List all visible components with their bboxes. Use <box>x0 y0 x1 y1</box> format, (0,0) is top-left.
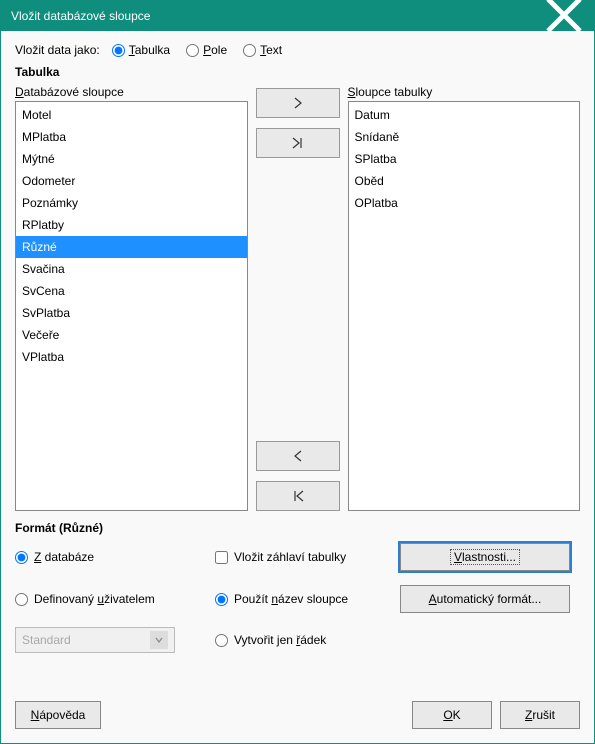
help-button[interactable]: Nápověda <box>15 701 101 729</box>
radio-text[interactable]: Text <box>243 43 282 57</box>
list-item[interactable]: OPlatba <box>349 192 580 214</box>
radio-table-input[interactable] <box>112 44 125 57</box>
table-columns-list[interactable]: DatumSnídaněSPlatbaObědOPlatba <box>348 101 581 511</box>
cancel-button[interactable]: Zrušit <box>500 701 580 729</box>
format-section-label: Formát (Různé) <box>15 521 580 535</box>
check-insert-header[interactable]: Vložit záhlaví tabulky <box>215 550 400 564</box>
insert-as-label: Vložit data jako: <box>15 43 100 57</box>
remove-all-button[interactable] <box>256 481 340 511</box>
transfer-buttons <box>256 85 340 511</box>
insert-as-row: Vložit data jako: Tabulka Pole Text <box>15 43 580 57</box>
list-item[interactable]: VPlatba <box>16 346 247 368</box>
list-item[interactable]: Svačina <box>16 258 247 280</box>
list-item[interactable]: Snídaně <box>349 126 580 148</box>
list-item[interactable]: Večeře <box>16 324 247 346</box>
table-columns-label: Sloupce tabulky <box>348 85 581 99</box>
insert-as-radios: Tabulka Pole Text <box>112 43 282 57</box>
list-item[interactable]: MPlatba <box>16 126 247 148</box>
db-columns-list[interactable]: MotelMPlatbaMýtnéOdometerPoznámkyRPlatby… <box>15 101 248 511</box>
list-item[interactable]: Oběd <box>349 170 580 192</box>
remove-button[interactable] <box>256 441 340 471</box>
check-insert-header-input[interactable] <box>215 551 228 564</box>
table-section-label: Tabulka <box>15 65 580 79</box>
titlebar: Vložit databázové sloupce <box>1 1 594 31</box>
list-item[interactable]: Různé <box>16 236 247 258</box>
radio-create-row[interactable]: Vytvořit jen řádek <box>215 633 400 647</box>
radio-from-db-input[interactable] <box>15 551 28 564</box>
format-select: Standard <box>15 627 175 653</box>
chevron-down-icon <box>150 631 168 649</box>
format-grid: Z databáze Vložit záhlaví tabulky Vlastn… <box>15 543 580 653</box>
format-section: Formát (Různé) Z databáze Vložit záhlaví… <box>15 521 580 653</box>
db-columns-col: Databázové sloupce MotelMPlatbaMýtnéOdom… <box>15 85 248 511</box>
db-columns-label: Databázové sloupce <box>15 85 248 99</box>
columns-area: Databázové sloupce MotelMPlatbaMýtnéOdom… <box>15 85 580 511</box>
list-item[interactable]: Poznámky <box>16 192 247 214</box>
list-item[interactable]: SvCena <box>16 280 247 302</box>
list-item[interactable]: RPlatby <box>16 214 247 236</box>
window-title: Vložit databázové sloupce <box>11 9 544 23</box>
add-all-button[interactable] <box>256 128 340 158</box>
radio-fields[interactable]: Pole <box>186 43 227 57</box>
list-item[interactable]: Datum <box>349 104 580 126</box>
dialog-content: Vložit data jako: Tabulka Pole Text Tabu… <box>1 31 594 693</box>
autoformat-button[interactable]: Automatický formát... <box>400 585 570 613</box>
properties-button[interactable]: Vlastnosti... <box>400 543 570 571</box>
radio-userdef-input[interactable] <box>15 593 28 606</box>
radio-text-input[interactable] <box>243 44 256 57</box>
radio-table[interactable]: Tabulka <box>112 43 170 57</box>
ok-button[interactable]: OK <box>412 701 492 729</box>
list-item[interactable]: Odometer <box>16 170 247 192</box>
radio-fields-input[interactable] <box>186 44 199 57</box>
radio-use-colname-input[interactable] <box>215 593 228 606</box>
radio-use-colname[interactable]: Použít název sloupce <box>215 592 400 606</box>
bottom-bar: Nápověda OK Zrušit <box>1 693 594 743</box>
list-item[interactable]: SvPlatba <box>16 302 247 324</box>
radio-userdef[interactable]: Definovaný uživatelem <box>15 592 215 606</box>
table-columns-col: Sloupce tabulky DatumSnídaněSPlatbaObědO… <box>348 85 581 511</box>
list-item[interactable]: Mýtné <box>16 148 247 170</box>
add-button[interactable] <box>256 88 340 118</box>
list-item[interactable]: Motel <box>16 104 247 126</box>
format-select-value: Standard <box>22 633 71 647</box>
radio-create-row-input[interactable] <box>215 634 228 647</box>
mid-spacer <box>256 168 340 431</box>
dialog-window: Vložit databázové sloupce Vložit data ja… <box>0 0 595 744</box>
radio-from-db[interactable]: Z databáze <box>15 550 215 564</box>
list-item[interactable]: SPlatba <box>349 148 580 170</box>
